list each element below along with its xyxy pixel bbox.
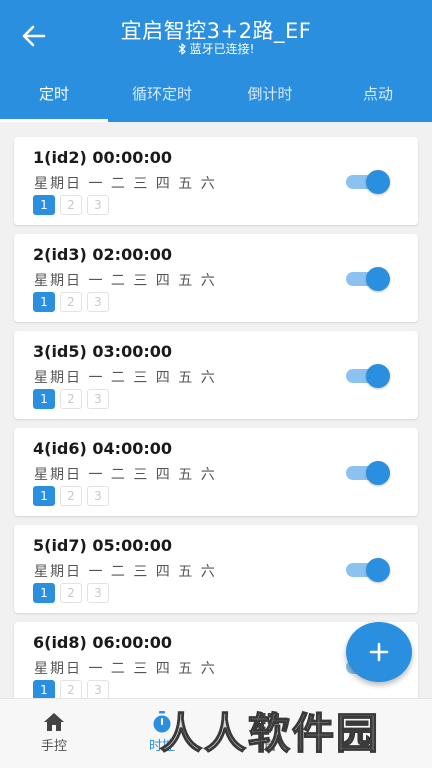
channel-chip[interactable]: 1 <box>33 195 55 215</box>
channel-chip[interactable]: 2 <box>60 195 82 215</box>
timer-toggle[interactable] <box>346 558 390 582</box>
timer-title: 2(id3) 02:00:00 <box>33 245 172 264</box>
timer-card[interactable]: 1(id2) 00:00:00 星期日 一 二 三 四 五 六 1 2 3 <box>14 137 418 225</box>
channel-chip[interactable]: 2 <box>60 680 82 698</box>
nav-item-auto[interactable]: 自 <box>216 699 324 768</box>
channel-chip[interactable]: 3 <box>87 486 109 506</box>
channel-chip[interactable]: 1 <box>33 583 55 603</box>
channel-chip[interactable]: 1 <box>33 680 55 698</box>
timer-days: 星期日 一 二 三 四 五 六 <box>34 661 217 677</box>
timer-toggle[interactable] <box>346 461 390 485</box>
tab-bar: 定时 循环定时 倒计时 点动 <box>0 70 432 122</box>
timer-card[interactable]: 2(id3) 02:00:00 星期日 一 二 三 四 五 六 1 2 3 <box>14 234 418 322</box>
nav-label: 自 <box>263 739 277 754</box>
timer-toggle[interactable] <box>346 267 390 291</box>
nav-item-manual[interactable]: 手控 <box>0 699 108 768</box>
channel-chips: 1 2 3 <box>33 583 109 603</box>
timer-card[interactable]: 3(id5) 03:00:00 星期日 一 二 三 四 五 六 1 2 3 <box>14 331 418 419</box>
toggle-knob <box>366 170 390 194</box>
nav-item-other[interactable] <box>324 699 432 768</box>
timer-title: 3(id5) 03:00:00 <box>33 342 172 361</box>
channel-chip[interactable]: 3 <box>87 195 109 215</box>
timer-title: 4(id6) 04:00:00 <box>33 439 172 458</box>
timer-title: 5(id7) 05:00:00 <box>33 536 172 555</box>
tab-loop-timer[interactable]: 循环定时 <box>108 70 216 122</box>
channel-chip[interactable]: 1 <box>33 389 55 409</box>
channel-chip[interactable]: 3 <box>87 583 109 603</box>
timer-days: 星期日 一 二 三 四 五 六 <box>34 273 217 289</box>
timer-list: 1(id2) 00:00:00 星期日 一 二 三 四 五 六 1 2 3 2(… <box>0 122 432 698</box>
tab-jog[interactable]: 点动 <box>324 70 432 122</box>
channel-chips: 1 2 3 <box>33 195 109 215</box>
channel-chip[interactable]: 3 <box>87 292 109 312</box>
timer-toggle[interactable] <box>346 364 390 388</box>
timer-days: 星期日 一 二 三 四 五 六 <box>34 467 217 483</box>
tab-timer[interactable]: 定时 <box>0 70 108 122</box>
tab-countdown[interactable]: 倒计时 <box>216 70 324 122</box>
timer-days: 星期日 一 二 三 四 五 六 <box>34 370 217 386</box>
stopwatch-icon <box>153 711 171 733</box>
toggle-knob <box>366 558 390 582</box>
nav-label: 手控 <box>40 739 67 754</box>
bluetooth-icon <box>178 43 186 55</box>
timer-days: 星期日 一 二 三 四 五 六 <box>34 564 217 580</box>
timer-title: 1(id2) 00:00:00 <box>33 148 172 167</box>
timer-card[interactable]: 4(id6) 04:00:00 星期日 一 二 三 四 五 六 1 2 3 <box>14 428 418 516</box>
bottom-nav: 手控 时控 自 <box>0 698 432 768</box>
timer-toggle[interactable] <box>346 170 390 194</box>
nav-label: 时控 <box>148 739 175 754</box>
toggle-knob <box>366 364 390 388</box>
toggle-knob <box>366 267 390 291</box>
channel-chips: 1 2 3 <box>33 486 109 506</box>
app-header: 宜启智控3+2路_EF 蓝牙已连接! 定时 循环定时 倒计时 点动 <box>0 0 432 122</box>
channel-chip[interactable]: 2 <box>60 389 82 409</box>
home-icon <box>44 713 64 731</box>
timer-title: 6(id8) 06:00:00 <box>33 633 172 652</box>
channel-chips: 1 2 3 <box>33 389 109 409</box>
connection-status: 蓝牙已连接! <box>0 40 432 57</box>
channel-chip[interactable]: 2 <box>60 292 82 312</box>
channel-chips: 1 2 3 <box>33 680 109 698</box>
channel-chip[interactable]: 2 <box>60 486 82 506</box>
grid-icon <box>261 713 279 731</box>
add-timer-button[interactable] <box>346 622 412 682</box>
channel-chip[interactable]: 1 <box>33 292 55 312</box>
channel-chip[interactable]: 1 <box>33 486 55 506</box>
connection-status-text: 蓝牙已连接! <box>189 42 255 56</box>
plus-icon <box>369 642 389 662</box>
channel-chips: 1 2 3 <box>33 292 109 312</box>
channel-chip[interactable]: 2 <box>60 583 82 603</box>
timer-card[interactable]: 5(id7) 05:00:00 星期日 一 二 三 四 五 六 1 2 3 <box>14 525 418 613</box>
channel-chip[interactable]: 3 <box>87 680 109 698</box>
toggle-knob <box>366 461 390 485</box>
nav-item-timer[interactable]: 时控 <box>108 699 216 768</box>
timer-days: 星期日 一 二 三 四 五 六 <box>34 176 217 192</box>
channel-chip[interactable]: 3 <box>87 389 109 409</box>
